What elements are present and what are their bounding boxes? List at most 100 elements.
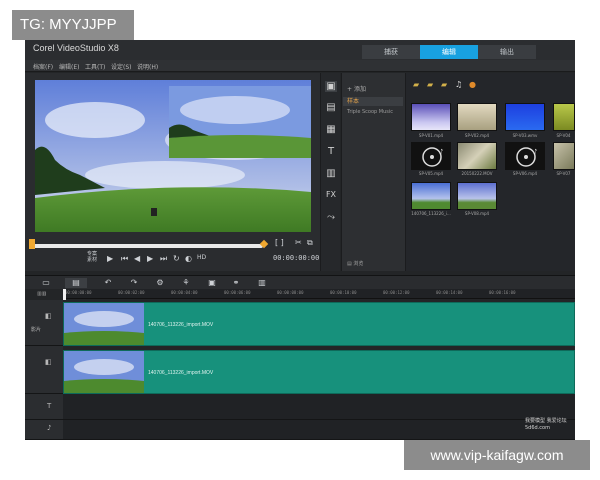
audio-track-header [25,420,63,440]
track-visibility-icon[interactable]: ◧ [45,358,52,366]
timecode-display[interactable]: 00:00:00:00 [273,254,319,262]
undo-icon[interactable]: ↶ [97,278,119,288]
media-icon[interactable]: ▣ [325,81,337,92]
title-icon[interactable]: T [325,146,337,157]
library-thumb-label: SP-V04 [556,133,571,138]
library-thumb[interactable] [553,142,575,170]
menu-settings[interactable]: 设定(S) [111,62,132,71]
ruler-tick: 00:00:10:00 [330,290,357,295]
menu-help[interactable]: 说明(H) [137,62,158,71]
audio-filter-icon[interactable]: ♫ [455,80,462,89]
app-title: Corel VideoStudio X8 [33,43,119,53]
path-icon[interactable]: ⤳ [325,212,337,223]
library-thumb-label: SP-V07 [556,171,571,176]
track-visibility-icon[interactable]: ◧ [45,312,52,320]
tab-edit[interactable]: 编辑 [420,45,478,59]
video-track-label: 影片 [31,327,42,333]
video-filter-icon[interactable]: ▰ [413,80,419,89]
ruler-tick: 00:00:00:00 [65,290,92,295]
subtitle-icon[interactable]: ▥ [251,278,273,288]
overlay-track-header [25,346,63,394]
enlarge-icon[interactable]: ⧉ [307,238,313,248]
menu-tools[interactable]: 工具(T) [85,62,105,71]
browse-label: 浏览 [353,261,364,267]
next-frame-icon[interactable]: ▶ [147,254,153,263]
play-icon[interactable]: ▶ [107,254,113,263]
ruler-tick: 00:00:06:00 [224,290,251,295]
folder-triple-scoop[interactable]: Triple Scoop Music [347,109,393,115]
bottom-watermark: www.vip-kaifagw.com [404,440,590,470]
title-track-header [25,394,63,420]
library-thumb-label: SP-V05.mp4 [418,171,444,176]
library-thumb[interactable]: ♪ [505,142,545,170]
library-thumb[interactable] [411,182,451,210]
mark-in-out-icon[interactable]: [ ] [275,238,284,247]
photo-filter-icon[interactable]: ▰ [427,80,433,89]
record-capture-icon[interactable]: ⚙ [149,278,171,288]
video-clip[interactable]: 140706_113226_import.MOV [63,302,575,346]
tab-capture[interactable]: 捕获 [362,45,420,59]
hd-icon[interactable]: HD [197,254,206,261]
volume-icon[interactable]: ◐ [185,254,192,263]
library-thumb[interactable] [553,103,575,131]
mode-clip-label: 素材 [87,257,98,263]
audio-track[interactable] [63,420,575,440]
library-thumb-label: SP-V06.mp4 [512,171,538,176]
scrub-bar[interactable] [31,244,263,248]
filter-icon[interactable]: FX [325,190,337,199]
app-window: Corel VideoStudio X8 捕获 编辑 输出 档案(F) 编辑(E… [25,40,575,440]
browse-button[interactable]: ▤ 浏览 [347,260,363,267]
library-thumb[interactable] [457,182,497,210]
library-thumb[interactable] [457,103,497,131]
screenshot-frame: Corel VideoStudio X8 捕获 编辑 输出 档案(F) 编辑(E… [0,0,600,480]
ruler-tick: 00:00:08:00 [277,290,304,295]
library-thumb-label: 140706_113226_i... [411,211,451,216]
playhead[interactable] [63,289,66,300]
library-thumb-label: 20150222.MOV [461,171,493,176]
title-track[interactable] [63,394,575,420]
timeline-view-icon[interactable]: ▤ [65,278,87,288]
clip-thumbnail [64,351,144,393]
library-thumb-label: SP-V01.mp4 [418,133,444,138]
overlay-clip[interactable]: 140706_113226_import.MOV [63,350,575,394]
end-icon[interactable]: ⏭ [160,254,167,264]
redo-icon[interactable]: ↷ [123,278,145,288]
auto-music-icon[interactable]: ▣ [201,278,223,288]
motion-track-icon[interactable]: ⚭ [225,278,247,288]
svg-text:♪: ♪ [533,148,537,156]
storyboard-view-icon[interactable]: ▭ [35,278,57,288]
graphic-icon[interactable]: ▥ [325,168,337,179]
split-icon[interactable]: ✂ [295,238,302,247]
corner-watermark-line-1: 我要模型 我爱论坛 [525,418,567,424]
clip-name: 140706_113226_import.MOV [148,322,214,328]
svg-text:♪: ♪ [439,148,443,156]
corner-watermark-line-2: 5d6d.com [525,425,550,431]
home-icon[interactable]: ⏮ [121,254,128,264]
mode-toggle[interactable]: 专案 素材 [87,251,97,263]
library-thumb[interactable] [411,103,451,131]
menu-file[interactable]: 档案(F) [33,62,53,71]
ruler-tick: 00:00:04:00 [171,290,198,295]
library-thumb[interactable]: ♪ [411,142,451,170]
trim-start-handle[interactable] [29,239,35,249]
library-thumb[interactable] [457,142,497,170]
library-thumb[interactable] [505,103,545,131]
prev-frame-icon[interactable]: ◀ [134,254,140,263]
tab-share[interactable]: 输出 [478,45,536,59]
tag-icon[interactable]: ● [469,80,476,89]
ruler-tick: 00:00:16:00 [489,290,516,295]
instant-project-icon[interactable]: ▤ [325,102,337,113]
add-folder-label: 添加 [353,86,366,93]
preview-video[interactable] [35,80,311,232]
transition-icon[interactable]: ▦ [325,124,337,135]
menu-edit[interactable]: 编辑(E) [59,62,79,71]
mixer-icon[interactable]: ⚘ [175,278,197,288]
repeat-icon[interactable]: ↻ [173,254,180,263]
add-folder-button[interactable]: + 添加 [347,84,366,93]
library-thumb-label: SP-V02.mp4 [464,133,490,138]
track-manager-icon[interactable]: ▥▥ [37,291,46,297]
folder-sample[interactable]: 样本 [343,97,403,106]
image-filter-icon[interactable]: ▰ [441,80,447,89]
library-thumb-label: SP-V08.mp4 [464,211,490,216]
video-track-header [25,300,63,346]
